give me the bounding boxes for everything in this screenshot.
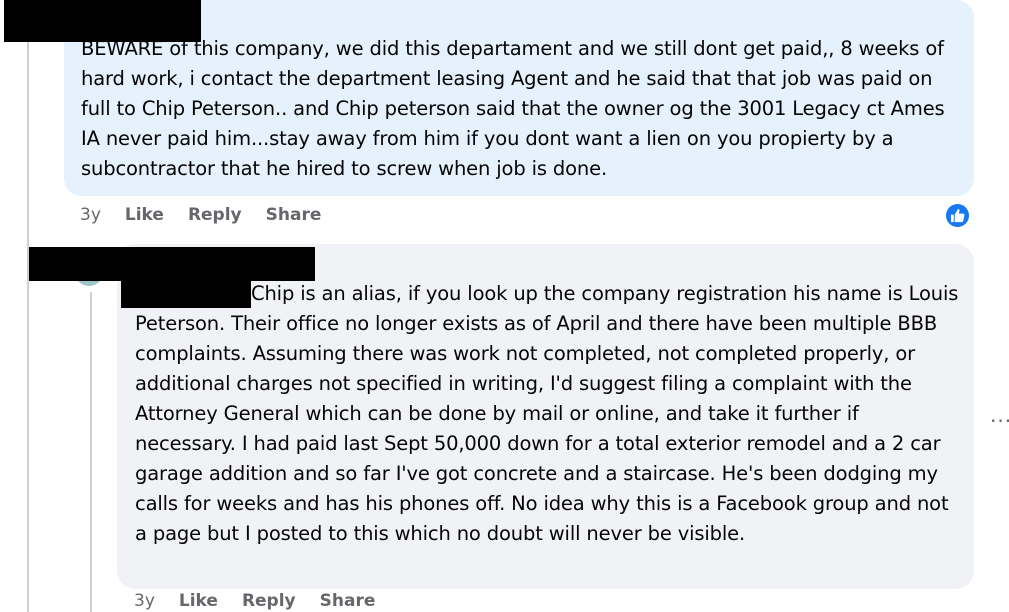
redacted-mention	[121, 281, 251, 308]
reply-button[interactable]: Reply	[188, 205, 242, 225]
reply-connector-line	[90, 292, 92, 612]
share-button[interactable]: Share	[320, 591, 376, 611]
share-button[interactable]: Share	[266, 205, 322, 225]
comment-timestamp[interactable]: 3y	[80, 205, 101, 225]
reply-timestamp[interactable]: 3y	[134, 591, 155, 611]
redacted-author-name	[4, 0, 201, 42]
comment-actions: 3y Like Reply Share	[80, 205, 345, 225]
thread-connector-line	[27, 20, 29, 612]
more-options-icon[interactable]: ...	[990, 403, 1009, 427]
redacted-author-name	[29, 247, 315, 281]
reply-actions: 3y Like Reply Share	[134, 591, 399, 611]
like-icon	[950, 208, 965, 223]
reply-button[interactable]: Reply	[242, 591, 296, 611]
like-button[interactable]: Like	[125, 205, 164, 225]
reply-text: Chip is an alias, if you look up the com…	[135, 282, 959, 545]
comment-thread: BEWARE of this company, we did this depa…	[0, 0, 1009, 612]
like-reaction-badge[interactable]	[944, 202, 971, 229]
comment-text: BEWARE of this company, we did this depa…	[81, 37, 945, 180]
like-button[interactable]: Like	[179, 591, 218, 611]
